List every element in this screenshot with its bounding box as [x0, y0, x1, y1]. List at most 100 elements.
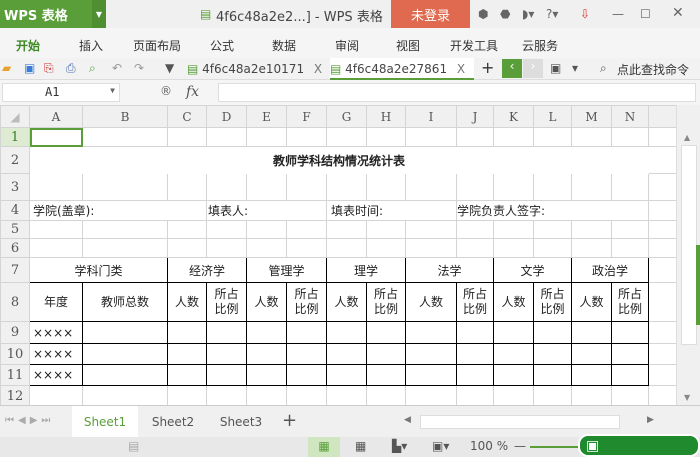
cell[interactable] [533, 220, 572, 239]
sub-header[interactable]: 人数 [405, 282, 457, 322]
cell[interactable] [456, 385, 494, 405]
cell[interactable] [206, 173, 247, 201]
login-button[interactable]: 未登录 [391, 0, 470, 28]
sub-header[interactable]: 所占比例 [206, 282, 247, 322]
cell[interactable] [82, 238, 168, 258]
group-header-management[interactable]: 管理学 [246, 257, 327, 283]
cell[interactable] [611, 173, 649, 201]
minimize-icon[interactable]: — [612, 7, 624, 21]
column-header[interactable]: K [493, 105, 534, 128]
sub-header[interactable]: 所占比例 [286, 282, 327, 322]
cell[interactable] [366, 173, 406, 201]
doc-tab[interactable]: ▤ 4f6c48a2e10171 X [187, 58, 329, 80]
row-header[interactable]: 6 [0, 238, 30, 258]
cell[interactable] [456, 321, 494, 344]
sheet-tab-sheet3[interactable]: Sheet3 [208, 406, 274, 438]
cell[interactable] [366, 385, 406, 405]
tab-review[interactable]: 审阅 [335, 37, 359, 54]
sub-header[interactable]: 人数 [493, 282, 534, 322]
cell[interactable] [326, 220, 367, 239]
insert-function-button[interactable]: fx [186, 84, 199, 100]
scroll-right-icon[interactable]: ▶ [647, 415, 654, 425]
formula-input[interactable] [218, 83, 696, 102]
cell[interactable] [456, 220, 494, 239]
cell[interactable] [648, 282, 676, 322]
doc-tab-active[interactable]: ▤ 4f6c48a2e27861 X [330, 58, 474, 80]
row-header[interactable]: 7 [0, 257, 30, 283]
cell[interactable] [82, 385, 168, 405]
scroll-down-icon[interactable]: ▼ [684, 393, 690, 402]
cell[interactable] [533, 364, 572, 386]
column-header[interactable]: G [326, 105, 367, 128]
cell[interactable] [366, 364, 406, 386]
sheet-tab-sheet2[interactable]: Sheet2 [140, 406, 206, 438]
cell[interactable] [648, 238, 676, 258]
cell[interactable] [286, 127, 327, 147]
sub-header[interactable]: 人数 [326, 282, 367, 322]
column-header[interactable]: B [82, 105, 168, 128]
sub-header[interactable]: 所占比例 [533, 282, 572, 322]
column-header[interactable]: F [286, 105, 327, 128]
zoom-formula-icon[interactable]: ® [160, 84, 172, 98]
vertical-scrollbar[interactable]: ▲ ▼ [676, 105, 700, 405]
cell[interactable] [648, 364, 676, 386]
cell[interactable] [206, 220, 247, 239]
cell[interactable] [456, 364, 494, 386]
cell[interactable] [82, 173, 168, 201]
cell[interactable] [206, 364, 247, 386]
group-header-law[interactable]: 法学 [405, 257, 494, 283]
cell[interactable] [648, 343, 676, 365]
cell[interactable] [648, 146, 676, 174]
cell[interactable] [456, 343, 494, 365]
normal-view-icon[interactable]: ▦ [308, 437, 340, 457]
cell[interactable] [533, 173, 572, 201]
row-header[interactable]: 5 [0, 220, 30, 239]
cell[interactable] [246, 127, 287, 147]
cell[interactable] [167, 127, 207, 147]
cell[interactable] [405, 173, 457, 201]
info-fill-date[interactable]: 填表时间: [326, 200, 457, 221]
sub-header[interactable]: 人数 [246, 282, 287, 322]
row-header[interactable]: 10 [0, 343, 30, 365]
column-header[interactable]: J [456, 105, 494, 128]
cell[interactable] [405, 127, 457, 147]
info-dean-signature[interactable]: 学院负责人签字: [456, 200, 649, 221]
sheet-title[interactable]: 教师学科结构情况统计表 [29, 146, 649, 174]
cell[interactable] [82, 321, 168, 344]
cell[interactable] [206, 238, 247, 258]
help-icon[interactable]: ?▾ [546, 7, 558, 21]
scroll-thumb[interactable] [681, 145, 697, 345]
cell[interactable] [29, 238, 83, 258]
cell[interactable] [611, 364, 649, 386]
add-sheet-icon[interactable]: + [282, 410, 297, 431]
cell-a1-selected[interactable] [29, 127, 83, 147]
cell[interactable] [405, 220, 457, 239]
cell[interactable] [286, 321, 327, 344]
cell[interactable] [533, 238, 572, 258]
eye-protect-icon[interactable]: ▣▾ [432, 439, 449, 453]
cell[interactable] [286, 238, 327, 258]
cell[interactable] [456, 238, 494, 258]
cell[interactable] [29, 220, 83, 239]
group-header-politics[interactable]: 政治学 [571, 257, 649, 283]
cell[interactable] [493, 173, 534, 201]
export-pdf-icon[interactable]: ⎘ [44, 61, 54, 76]
cell[interactable] [246, 173, 287, 201]
settings-icon[interactable]: ⬣ [500, 7, 510, 21]
cell[interactable] [326, 364, 367, 386]
tab-page-layout[interactable]: 页面布局 [133, 37, 181, 54]
cell[interactable] [246, 220, 287, 239]
cell[interactable] [326, 321, 367, 344]
cell[interactable] [571, 364, 612, 386]
cell[interactable] [533, 127, 572, 147]
cell[interactable] [648, 257, 676, 283]
cell[interactable] [246, 321, 287, 344]
maximize-icon[interactable]: ☐ [640, 7, 651, 21]
cell[interactable] [648, 385, 676, 405]
column-header[interactable]: A [29, 105, 83, 128]
chevron-down-icon[interactable]: ▼ [92, 0, 106, 28]
year-cell[interactable]: ×××× [29, 343, 83, 365]
close-icon[interactable]: ✕ [672, 5, 684, 21]
cell[interactable] [493, 321, 534, 344]
feedback-icon[interactable]: ◗▾ [522, 7, 534, 21]
